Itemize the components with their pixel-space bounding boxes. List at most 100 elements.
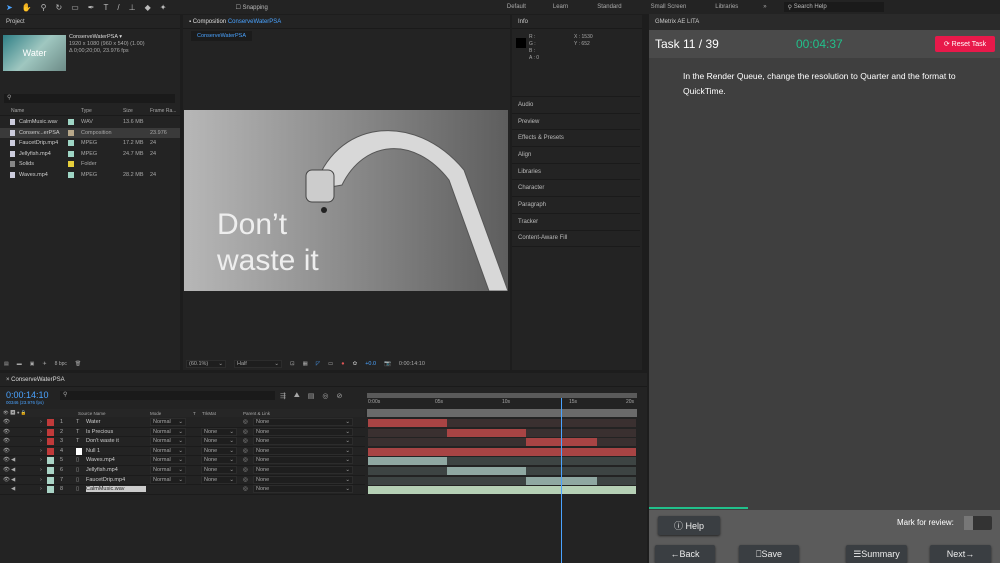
parent-dropdown[interactable]: None ⌄ bbox=[253, 485, 353, 494]
summary-button[interactable]: ☰ Summary bbox=[846, 545, 907, 563]
label-color[interactable] bbox=[47, 466, 54, 474]
interpret-footage-icon[interactable]: ▤ bbox=[4, 361, 9, 367]
audio-speaker-icon[interactable]: ◀ bbox=[11, 467, 15, 473]
pickwhip-icon[interactable]: ◎ bbox=[243, 448, 248, 454]
project-item[interactable]: Waves.mp4 MPEG 28.2 MB 24 bbox=[0, 170, 180, 181]
expand-chevron-icon[interactable]: › bbox=[40, 438, 42, 444]
expand-chevron-icon[interactable]: › bbox=[40, 448, 42, 454]
visibility-eye-icon[interactable]: 👁 bbox=[3, 429, 10, 435]
workspace-default[interactable]: Default bbox=[507, 4, 526, 10]
layer-name[interactable]: CalmMusic.wav bbox=[86, 486, 146, 493]
layer-row[interactable]: 👁 ◀ › 5 ▯ Waves.mp4 Normal ⌄ None ⌄ ◎ None ⌄ bbox=[0, 456, 365, 466]
mode-dropdown[interactable]: Normal ⌄ bbox=[150, 456, 186, 465]
layer-duration-bar[interactable] bbox=[368, 447, 636, 456]
more-workspaces-button[interactable]: » bbox=[763, 4, 766, 10]
trash-icon[interactable]: 🗑 bbox=[75, 361, 81, 367]
expand-chevron-icon[interactable]: › bbox=[40, 486, 42, 492]
trkmat-dropdown[interactable]: None ⌄ bbox=[201, 456, 237, 465]
col-type[interactable]: Type bbox=[81, 108, 92, 114]
frame-blending-icon[interactable]: ▤ bbox=[308, 392, 315, 400]
visibility-eye-icon[interactable]: 👁 bbox=[3, 467, 10, 473]
project-item[interactable]: Jellyfish.mp4 MPEG 24.7 MB 24 bbox=[0, 149, 180, 160]
panel-tracker[interactable]: Tracker bbox=[512, 214, 640, 231]
graph-editor-icon[interactable]: ⊘ bbox=[337, 392, 343, 400]
workspace-learn[interactable]: Learn bbox=[553, 4, 568, 10]
panel-effects-presets[interactable]: Effects & Presets bbox=[512, 130, 640, 148]
layer-row[interactable]: 👁 › 2 T Is Precious Normal ⌄ None ⌄ ◎ None ⌄ bbox=[0, 427, 365, 438]
zoom-dropdown[interactable]: (60.1%) ⌄ bbox=[186, 360, 226, 368]
help-button[interactable]: ⓘ Help bbox=[658, 516, 720, 535]
pickwhip-icon[interactable]: ◎ bbox=[243, 457, 248, 463]
timeline-timecode[interactable]: 0:00:14:10 bbox=[6, 390, 49, 400]
layer-duration-bar[interactable] bbox=[368, 486, 636, 495]
project-item[interactable]: Conserv...erPSA Composition 23.976 bbox=[0, 127, 180, 138]
motion-blur-icon[interactable]: ◎ bbox=[322, 392, 328, 400]
comp-name[interactable]: ConserveWaterPSA ▾ bbox=[69, 34, 145, 41]
audio-speaker-icon[interactable]: ◀ bbox=[11, 477, 15, 483]
playhead[interactable] bbox=[560, 398, 562, 563]
parent-dropdown[interactable]: None ⌄ bbox=[253, 465, 353, 474]
visibility-eye-icon[interactable]: 👁 bbox=[3, 438, 10, 444]
layer-row[interactable]: 👁 › 1 T Water Normal ⌄ ◎ None ⌄ bbox=[0, 418, 365, 428]
mode-dropdown[interactable]: Normal ⌄ bbox=[150, 437, 186, 446]
exposure-value[interactable]: +0.0 bbox=[365, 361, 376, 367]
mask-icon[interactable]: ◸ bbox=[316, 361, 320, 367]
layer-duration-bar[interactable] bbox=[447, 467, 527, 475]
label-color[interactable] bbox=[47, 438, 54, 446]
panel-preview[interactable]: Preview bbox=[512, 114, 640, 131]
trkmat-dropdown[interactable]: None ⌄ bbox=[201, 427, 237, 436]
project-item[interactable]: CalmMusic.wav WAV 13.6 MB bbox=[0, 117, 180, 128]
timeline-search-field[interactable]: ⚲ bbox=[60, 391, 275, 400]
layer-name[interactable]: Is Precious bbox=[86, 429, 113, 435]
trkmat-dropdown[interactable]: None ⌄ bbox=[201, 475, 237, 484]
project-item[interactable]: Solids Folder bbox=[0, 159, 180, 170]
time-ruler[interactable]: 0:00s 05s 10s 15s 20s bbox=[368, 398, 636, 408]
expand-chevron-icon[interactable]: › bbox=[40, 477, 42, 483]
mode-dropdown[interactable]: Normal ⌄ bbox=[150, 446, 186, 455]
panel-character[interactable]: Character bbox=[512, 180, 640, 198]
trkmat-dropdown[interactable]: None ⌄ bbox=[201, 446, 237, 455]
next-button[interactable]: Next → bbox=[930, 545, 991, 563]
col-name[interactable]: Name bbox=[11, 108, 24, 114]
panel-audio[interactable]: Audio bbox=[512, 97, 640, 114]
expand-chevron-icon[interactable]: › bbox=[40, 467, 42, 473]
color-management-icon[interactable]: ✿ bbox=[353, 361, 358, 367]
flowchart-icon[interactable]: ✈ bbox=[42, 361, 46, 367]
snapshot-icon[interactable]: 📷 bbox=[384, 361, 391, 367]
pickwhip-icon[interactable]: ◎ bbox=[243, 477, 248, 483]
stamp-tool-icon[interactable]: ⊥ bbox=[129, 3, 136, 12]
new-folder-icon[interactable]: ▬ bbox=[17, 361, 22, 367]
shy-layers-icon[interactable]: ⛰ bbox=[294, 392, 300, 400]
layer-name[interactable]: Jellyfish.mp4 bbox=[86, 467, 118, 473]
trkmat-dropdown[interactable]: None ⌄ bbox=[201, 465, 237, 474]
trkmat-dropdown[interactable]: None ⌄ bbox=[201, 437, 237, 446]
label-color[interactable] bbox=[47, 476, 54, 484]
bpc-button[interactable]: 8 bpc bbox=[55, 361, 67, 367]
snapping-checkbox[interactable]: ☐ Snapping bbox=[235, 4, 267, 11]
layer-name[interactable]: Waves.mp4 bbox=[86, 457, 115, 463]
label-color[interactable] bbox=[47, 428, 54, 436]
mark-review-toggle[interactable] bbox=[964, 516, 992, 530]
layer-duration-bar[interactable] bbox=[368, 457, 448, 466]
layer-duration-bar[interactable] bbox=[447, 428, 527, 437]
mode-dropdown[interactable]: Normal ⌄ bbox=[150, 475, 186, 484]
layer-row[interactable]: 👁 ◀ › 7 ▯ FaucetDrip.mp4 Normal ⌄ None ⌄ ◎ None ⌄ bbox=[0, 475, 365, 486]
rotate-tool-icon[interactable]: ↻ bbox=[56, 3, 63, 12]
panel-align[interactable]: Align bbox=[512, 147, 640, 164]
timeline-tab[interactable]: ConserveWaterPSA bbox=[11, 377, 64, 383]
pickwhip-icon[interactable]: ◎ bbox=[243, 419, 248, 425]
layer-duration-bar[interactable] bbox=[368, 419, 448, 427]
resolution-dropdown[interactable]: Half ⌄ bbox=[234, 360, 282, 368]
pickwhip-icon[interactable]: ◎ bbox=[243, 486, 248, 492]
col-fps[interactable]: Frame Ra... bbox=[150, 108, 176, 114]
audio-speaker-icon[interactable]: ◀ bbox=[11, 457, 15, 463]
parent-dropdown[interactable]: None ⌄ bbox=[253, 437, 353, 446]
workspace-small-screen[interactable]: Small Screen bbox=[651, 4, 687, 10]
type-tool-icon[interactable]: T bbox=[104, 3, 109, 12]
region-icon[interactable]: ⊡ bbox=[290, 361, 295, 367]
selection-tool-icon[interactable]: ➤ bbox=[6, 3, 13, 12]
eraser-tool-icon[interactable]: ◆ bbox=[145, 3, 151, 12]
visibility-eye-icon[interactable]: 👁 bbox=[3, 477, 10, 483]
search-help-field[interactable]: ⚲ Search Help bbox=[783, 2, 884, 12]
visibility-eye-icon[interactable]: 👁 bbox=[3, 419, 10, 425]
